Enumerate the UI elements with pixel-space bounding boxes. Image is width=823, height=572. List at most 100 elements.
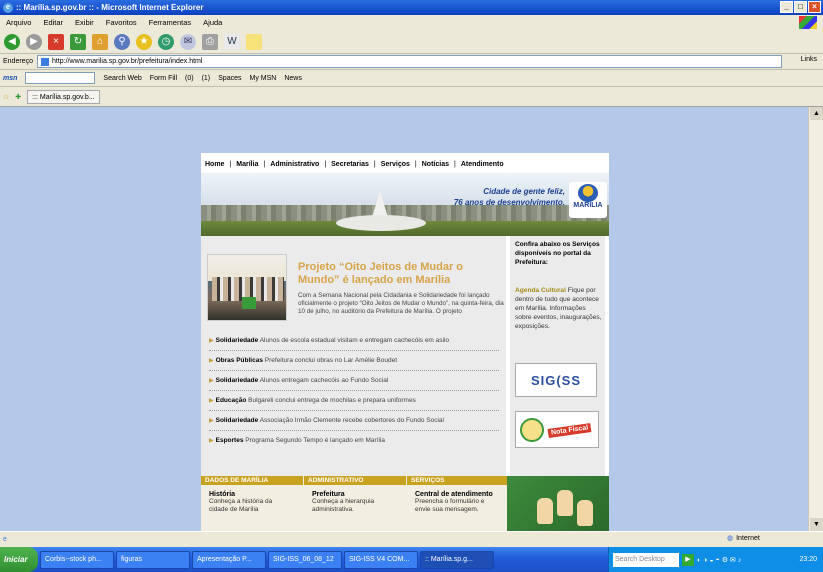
security-zone: ◍ Internet [727, 534, 760, 543]
ie-toolbar: ◀ ▶ × ↻ ⌂ ⚲ ★ ◷ ✉ ⎙ W [0, 30, 823, 54]
status-page-icon: e [3, 536, 7, 543]
banner-slogan: Cidade de gente feliz, 76 anos de desenv… [453, 187, 565, 207]
close-button[interactable]: × [808, 1, 821, 13]
feature-text: Com a Semana Nacional pela Cidadania e S… [298, 292, 504, 315]
menu-ferramentas[interactable]: Ferramentas [149, 18, 192, 27]
contacts-count[interactable]: (1) [202, 75, 211, 82]
menu-arquivo[interactable]: Arquivo [6, 18, 31, 27]
nota-fiscal-banner[interactable]: Nota Fiscal [515, 411, 599, 448]
services-sidebar: Confira abaixo os Serviços disponíveis n… [510, 236, 605, 476]
menu-favoritos[interactable]: Favoritos [106, 18, 137, 27]
nav-atendimento[interactable]: Atendimento [461, 161, 504, 168]
footer-servicos[interactable]: SERVIÇOS Central de atendimento Preencha… [407, 476, 509, 531]
taskbar: Iniciar Corbis--stock ph... figuras Apre… [0, 547, 823, 572]
task-sigiss-1[interactable]: SIG-ISS_06_08_12 [268, 550, 342, 569]
main-content: Projeto “Oito Jeitos de Mudar o Mundo” é… [201, 236, 506, 476]
print-icon[interactable]: ⎙ [202, 33, 218, 50]
task-apresentacao[interactable]: Apresentação P... [192, 550, 266, 569]
services-intro: Confira abaixo os Serviços disponíveis n… [515, 241, 600, 266]
mymsn-button[interactable]: My MSN [250, 75, 277, 82]
agenda-cultural[interactable]: Agenda Cultural Fique por dentro de tudo… [515, 286, 603, 331]
page-icon [41, 58, 49, 66]
window-titlebar: e :: Marília.sp.gov.br :: - Microsoft In… [0, 0, 823, 15]
feature-photo[interactable] [207, 254, 287, 321]
task-corbis[interactable]: Corbis--stock ph... [40, 550, 114, 569]
tab-bar: ☆ ✚ ::: Marília.sp.gov.b... [0, 87, 823, 107]
nav-secretarias[interactable]: Secretarias [331, 161, 369, 168]
nav-noticias[interactable]: Notícias [422, 161, 449, 168]
clock: 23:20 [799, 556, 817, 563]
list-item[interactable]: ▶ Esportes Programa Segundo Tempo é lança… [209, 431, 499, 451]
task-figuras[interactable]: figuras [116, 550, 190, 569]
spaces-button[interactable]: Spaces [218, 75, 241, 82]
nav-marilia[interactable]: Marília [236, 161, 258, 168]
desktop-search-input[interactable]: Search Desktop [613, 552, 679, 567]
menu-exibir[interactable]: Exibir [75, 18, 94, 27]
minimize-button[interactable]: _ [780, 1, 793, 13]
footer-dados[interactable]: DADOS DE MARÍLIA História Conheça a hist… [201, 476, 303, 531]
window-title: :: Marília.sp.gov.br :: - Microsoft Inte… [16, 3, 204, 12]
add-favorite-icon[interactable]: ✚ [15, 93, 21, 101]
list-item[interactable]: ▶ Solidariedade Alunos entregam cachecóis… [209, 371, 499, 391]
home-icon[interactable]: ⌂ [92, 33, 108, 50]
stop-icon[interactable]: × [48, 33, 64, 50]
msn-logo: msn [3, 74, 18, 82]
footer-administrativo[interactable]: ADMINISTRATIVO Prefeitura Conheça a hier… [304, 476, 406, 531]
list-item[interactable]: ▶ Solidariedade Alunos de escola estadual… [209, 331, 499, 351]
form-fill-button[interactable]: Form Fill [150, 75, 177, 82]
menu-ajuda[interactable]: Ajuda [203, 18, 222, 27]
scroll-down-icon[interactable]: ▼ [810, 518, 823, 531]
page-viewport: Home | Marília | Administrativo | Secretari… [0, 107, 808, 531]
links-button[interactable]: Links [801, 56, 817, 63]
city-banner: Cidade de gente feliz, 76 anos de desenv… [201, 173, 609, 236]
system-tray: Search Desktop ▶ ◐ ◑ ◒ ◓ ⚙ ✉ ♪ 23:20 [608, 547, 823, 572]
feature-title[interactable]: Projeto “Oito Jeitos de Mudar o Mundo” é… [298, 261, 488, 287]
sigiss-banner[interactable]: SIG(SS [515, 363, 597, 397]
seal-icon [520, 418, 544, 442]
mail-count[interactable]: (0) [185, 75, 194, 82]
site-page: Home | Marília | Administrativo | Secretari… [201, 153, 609, 531]
address-url: http://www.marilia.sp.gov.br/prefeitura/… [52, 58, 203, 65]
favorites-star-icon[interactable]: ☆ [3, 93, 9, 101]
task-marilia[interactable]: :: Marília.sp.g... [420, 550, 494, 569]
mail-icon[interactable]: ✉ [180, 33, 196, 50]
nav-servicos[interactable]: Serviços [381, 161, 410, 168]
status-bar: e ◍ Internet [0, 531, 823, 547]
msn-toolbar: msn Search Web Form Fill (0) (1) Spaces … [0, 70, 823, 87]
marilia-logo[interactable]: MARÍLIA [569, 182, 607, 218]
scroll-up-icon[interactable]: ▲ [810, 107, 823, 120]
vertical-scrollbar[interactable]: ▲ ▼ [808, 107, 823, 531]
msn-search-button[interactable]: Search Web [103, 75, 141, 82]
menu-editar[interactable]: Editar [43, 18, 63, 27]
ie-icon: e [3, 2, 13, 13]
tray-icons[interactable]: ◐ ◑ ◒ ◓ ⚙ ✉ ♪ [697, 556, 741, 564]
list-item[interactable]: ▶ Solidariedade Associação Irmão Clemente… [209, 411, 499, 431]
tab-marilia[interactable]: ::: Marília.sp.gov.b... [27, 89, 100, 104]
msn-search-input[interactable] [25, 72, 96, 84]
list-item[interactable]: ▶ Obras Públicas Prefeitura conclui obras… [209, 351, 499, 371]
note-icon[interactable] [246, 33, 262, 50]
hands-image[interactable] [507, 476, 609, 531]
windows-logo-icon [799, 16, 817, 29]
address-label: Endereço [3, 58, 33, 65]
word-icon[interactable]: W [224, 33, 240, 50]
nav-administrativo[interactable]: Administrativo [270, 161, 319, 168]
list-item[interactable]: ▶ Educação Bulgareli conclui entrega de m… [209, 391, 499, 411]
address-input[interactable]: http://www.marilia.sp.gov.br/prefeitura/… [37, 55, 782, 68]
refresh-icon[interactable]: ↻ [70, 33, 86, 50]
news-list: ▶ Solidariedade Alunos de escola estadual… [209, 331, 499, 451]
go-arrow-icon[interactable]: ▶ [682, 553, 694, 566]
maximize-button[interactable]: □ [794, 1, 807, 13]
task-sigiss-2[interactable]: SIG-ISS V4 COM... [344, 550, 418, 569]
back-icon[interactable]: ◀ [4, 33, 20, 50]
menu-bar: Arquivo Editar Exibir Favoritos Ferramen… [0, 15, 823, 30]
globe-icon: ◍ [727, 535, 734, 542]
start-button[interactable]: Iniciar [0, 547, 38, 572]
favorites-icon[interactable]: ★ [136, 33, 152, 50]
news-button[interactable]: News [284, 75, 302, 82]
nav-home[interactable]: Home [205, 161, 224, 168]
forward-icon[interactable]: ▶ [26, 33, 42, 50]
history-icon[interactable]: ◷ [158, 33, 174, 50]
address-bar: Endereço http://www.marilia.sp.gov.br/pr… [0, 54, 823, 70]
search-icon[interactable]: ⚲ [114, 33, 130, 50]
